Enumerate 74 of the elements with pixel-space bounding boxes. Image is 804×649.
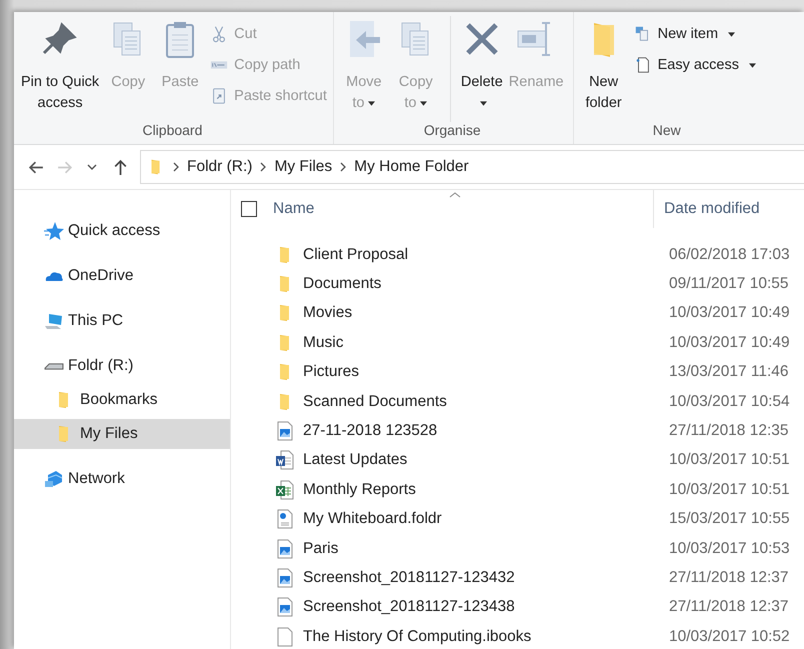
chevron-down-icon [87, 164, 97, 170]
image-file-icon [275, 538, 295, 559]
date-modified: 13/03/2017 11:46 [669, 363, 789, 382]
file-name[interactable]: Scanned Documents [303, 392, 669, 411]
ribbon-button[interactable]: Easy access [634, 53, 756, 77]
column-header[interactable]: Name [273, 200, 653, 218]
chevron-right-icon [260, 162, 266, 172]
group-label: New [652, 122, 681, 138]
ribbon-button[interactable]: New item [634, 22, 756, 46]
sidebar-item[interactable]: This PC [14, 306, 230, 336]
ribbon-button[interactable]: Pin to Quick access [18, 16, 102, 122]
computer-icon [44, 311, 64, 331]
date-modified: 06/02/2018 17:03 [669, 246, 790, 264]
group-label: Clipboard [142, 122, 202, 138]
file-name[interactable]: Screenshot_20181127-123438 [303, 598, 669, 616]
drive-icon [44, 362, 64, 370]
chevron-right-icon [173, 162, 179, 172]
caret-icon [749, 62, 756, 68]
sidebar-item[interactable]: Bookmarks [14, 385, 230, 415]
file-name[interactable]: 27-11-2018 123528 [303, 422, 669, 440]
caret-icon [368, 100, 376, 106]
date-modified: 27/11/2018 12:37 [669, 598, 789, 616]
image-file-icon [275, 421, 295, 442]
document-file-icon [275, 509, 295, 530]
file-name[interactable]: Monthly Reports [303, 480, 669, 499]
image-file-icon [275, 568, 295, 588]
date-modified: 09/11/2017 10:55 [669, 275, 789, 294]
chevron-right-icon [340, 162, 346, 172]
file-name[interactable]: Latest Updates [303, 451, 669, 470]
sidebar-item[interactable]: OneDrive [14, 261, 230, 291]
breadcrumb[interactable]: Foldr (R:) [187, 158, 252, 176]
spreadsheet-file-icon [275, 480, 295, 500]
sidebar-item[interactable]: My Files [14, 419, 230, 449]
ribbon-button[interactable]: Delete [450, 16, 506, 122]
caret-icon [480, 100, 488, 106]
file-name[interactable]: Music [303, 334, 669, 352]
address-bar[interactable]: Foldr (R:) My Files My Home Folder [140, 150, 804, 184]
network-icon [44, 469, 64, 489]
date-modified: 10/03/2017 10:49 [669, 304, 790, 322]
file-name[interactable]: The History Of Computing.ibooks [303, 628, 669, 646]
file-name[interactable]: Movies [303, 304, 669, 322]
date-modified: 15/03/2017 10:55 [669, 510, 790, 528]
caret-icon [420, 100, 428, 106]
word-file-icon [275, 450, 295, 470]
file-name[interactable]: Documents [303, 275, 669, 294]
star-icon [44, 221, 64, 241]
ribbon-button[interactable]: New folder [578, 16, 630, 122]
file-name[interactable]: Paris [303, 540, 669, 558]
group-label: Organise [424, 122, 481, 138]
sidebar-item[interactable]: Network [14, 464, 230, 494]
date-modified: 27/11/2018 12:35 [669, 422, 789, 440]
date-modified: 10/03/2017 10:49 [669, 334, 790, 352]
up-arrow-icon [112, 158, 128, 176]
caret-icon [728, 32, 736, 36]
breadcrumb[interactable]: My Files [274, 158, 332, 176]
sidebar-item[interactable]: Quick access [14, 216, 230, 246]
date-modified: 10/03/2017 10:54 [669, 392, 790, 411]
back-arrow-icon [28, 158, 44, 176]
file-name[interactable]: My Whiteboard.foldr [303, 510, 669, 528]
sidebar-item[interactable]: Foldr (R:) [14, 351, 230, 381]
breadcrumb[interactable]: My Home Folder [354, 158, 469, 176]
image-file-icon [275, 597, 295, 618]
date-modified: 10/03/2017 10:53 [669, 540, 790, 558]
forward-arrow-icon [56, 158, 72, 176]
date-modified: 10/03/2017 10:52 [669, 628, 790, 646]
file-name[interactable]: Client Proposal [303, 246, 669, 264]
file-name[interactable]: Pictures [303, 363, 669, 382]
date-modified: 10/03/2017 10:51 [669, 480, 790, 499]
select-all-checkbox[interactable] [241, 201, 257, 217]
date-modified: 27/11/2018 12:37 [669, 568, 789, 587]
date-modified: 10/03/2017 10:51 [669, 451, 790, 470]
file-name[interactable]: Screenshot_20181127-123432 [303, 568, 669, 587]
page-icon [634, 56, 652, 74]
column-header[interactable]: Date modified [653, 190, 760, 228]
